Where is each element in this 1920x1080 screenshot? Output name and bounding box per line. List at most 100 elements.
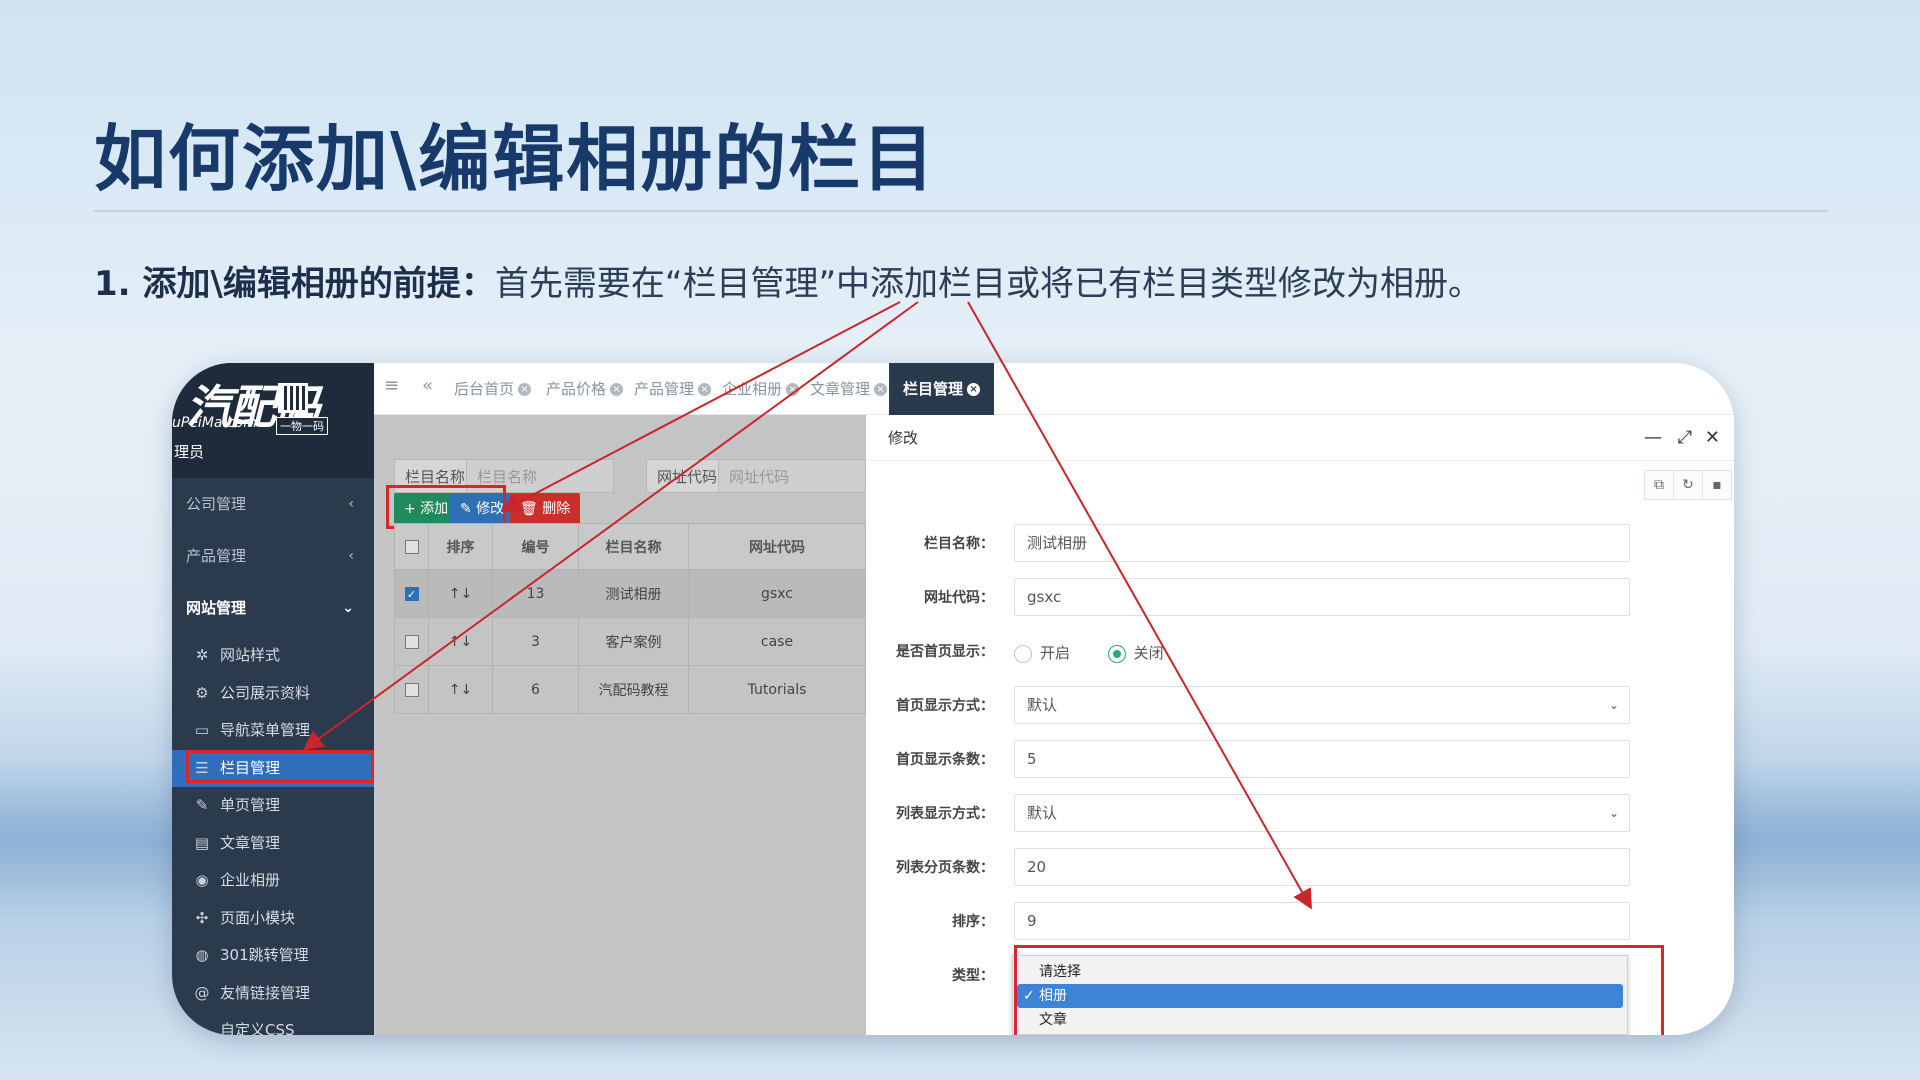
menu-group-label: 公司管理 xyxy=(186,495,247,513)
col-header[interactable]: 栏目名称 xyxy=(578,523,689,570)
pen-icon: ✒ xyxy=(195,1021,209,1035)
menu-toggle-icon[interactable]: ≡ xyxy=(384,375,399,396)
close-icon[interactable]: × xyxy=(698,383,712,396)
table-row[interactable]: ↑↓ 3 客户案例 case xyxy=(394,617,866,666)
tab-product-price[interactable]: 产品价格 × xyxy=(546,363,624,415)
tab-label: 文章管理 xyxy=(810,380,871,398)
tab-dashboard[interactable]: 后台首页 × xyxy=(454,363,532,415)
sidebar-item-label: 公司展示资料 xyxy=(220,683,311,702)
highlight-box-column-management xyxy=(186,750,374,783)
tab-product-management[interactable]: 产品管理 × xyxy=(634,363,712,415)
title-divider xyxy=(94,210,1828,212)
field-label: 栏目名称： xyxy=(924,536,994,552)
sidebar-item-links[interactable]: @ 友情链接管理 xyxy=(172,975,374,1013)
row-checkbox[interactable]: ✓ xyxy=(394,569,429,618)
sidebar-item-301-redirect[interactable]: ◍ 301跳转管理 xyxy=(172,937,374,975)
tab-column-management[interactable]: 栏目管理 × xyxy=(889,363,995,415)
slide-step: 1. 添加\编辑相册的前提：首先需要在“栏目管理”中添加栏目或将已有栏目类型修改… xyxy=(94,256,1482,305)
menu-group-website[interactable]: 网站管理 ⌄ xyxy=(172,582,374,634)
field-row-list-mode: 列表显示方式： 默认 ⌄ xyxy=(866,794,1734,834)
column-table: 排序 编号 栏目名称 网址代码 ✓ ↑↓ 13 测试相册 gsxc ↑↓ 3 客… xyxy=(394,523,866,714)
highlight-box-type xyxy=(1014,945,1664,1035)
radio-off[interactable] xyxy=(1107,644,1126,663)
minimize-icon[interactable]: — xyxy=(1644,415,1662,461)
sidebar-item-page-modules[interactable]: ✣ 页面小模块 xyxy=(172,900,374,938)
tab-label: 产品管理 xyxy=(634,380,695,398)
table-row[interactable]: ✓ ↑↓ 13 测试相册 gsxc xyxy=(394,569,866,618)
logo-slogan: 一物一码 xyxy=(276,417,328,435)
close-icon[interactable]: × xyxy=(610,383,624,396)
menu-group-label: 产品管理 xyxy=(186,547,247,565)
logo-url: uPeiMa.com xyxy=(172,415,257,431)
chevron-down-icon: ⌄ xyxy=(342,600,354,616)
cell-code: Tutorials xyxy=(688,665,866,714)
column-list-panel: 栏目名称 栏目名称 网址代码 网址代码 + 添加 ✎ 修改 🗑 删除 排序 编号… xyxy=(374,415,866,1035)
list-mode-select[interactable]: 默认 ⌄ xyxy=(1014,794,1630,832)
row-checkbox[interactable] xyxy=(394,665,429,714)
menu-group-product[interactable]: 产品管理 ‹ xyxy=(172,530,374,582)
delete-button[interactable]: 🗑 删除 xyxy=(510,493,581,525)
sidebar-item-custom-css[interactable]: ✒ 自定义CSS xyxy=(172,1012,374,1035)
col-header[interactable]: 网址代码 xyxy=(688,523,866,570)
modal-toolbar: ⧉ ↻ ▪ xyxy=(1644,470,1732,500)
radio-on[interactable] xyxy=(1014,644,1032,663)
sidebar-item-company-info[interactable]: ⚙ 公司展示资料 xyxy=(172,675,374,713)
maximize-icon[interactable]: ⤢ xyxy=(1678,415,1692,461)
select-all-checkbox[interactable] xyxy=(394,523,429,570)
sidebar-item-nav-menu[interactable]: ▭ 导航菜单管理 xyxy=(172,712,374,750)
sort-handle[interactable]: ↑↓ xyxy=(428,665,493,714)
home-count-input[interactable]: 5 xyxy=(1014,740,1630,778)
radio-label: 开启 xyxy=(1040,644,1071,662)
col-header[interactable]: 编号 xyxy=(492,523,579,570)
chevron-down-icon: ⌄ xyxy=(1608,806,1619,820)
menu-group-label: 网站管理 xyxy=(186,599,247,617)
step-label: 1. 添加\编辑相册的前提： xyxy=(94,264,495,304)
select-value: 默认 xyxy=(1027,804,1058,822)
sort-handle[interactable]: ↑↓ xyxy=(428,569,493,618)
sidebar-item-site-style[interactable]: ✲ 网站样式 xyxy=(172,637,374,675)
close-icon[interactable]: × xyxy=(967,383,981,396)
filter-code-input[interactable]: 网址代码 xyxy=(718,459,866,493)
refresh-icon[interactable]: ↻ xyxy=(1673,470,1703,500)
cell-name: 测试相册 xyxy=(578,569,689,618)
close-icon[interactable]: × xyxy=(518,383,532,396)
menu-group-company[interactable]: 公司管理 ‹ xyxy=(172,478,374,530)
sort-handle[interactable]: ↑↓ xyxy=(428,617,493,666)
home-display-radio-group: 开启 关闭 xyxy=(1014,642,1164,663)
home-mode-select[interactable]: 默认 ⌄ xyxy=(1014,686,1630,724)
step-text: 首先需要在“栏目管理”中添加栏目或将已有栏目类型修改为相册。 xyxy=(494,264,1483,304)
sort-input[interactable]: 9 xyxy=(1014,902,1630,940)
cell-id: 3 xyxy=(492,617,579,666)
sidebar-item-articles[interactable]: ▤ 文章管理 xyxy=(172,825,374,863)
column-name-input[interactable]: 测试相册 xyxy=(1014,524,1630,562)
tab-album[interactable]: 企业相册 × xyxy=(722,363,800,415)
field-row-home-display: 是否首页显示： 开启 关闭 xyxy=(866,632,1734,672)
camera-icon: ◉ xyxy=(195,871,209,889)
table-header-row: 排序 编号 栏目名称 网址代码 xyxy=(394,523,866,570)
copy-icon[interactable]: ⧉ xyxy=(1644,470,1674,500)
field-label: 首页显示条数： xyxy=(896,752,994,768)
close-icon[interactable]: × xyxy=(874,383,888,396)
table-row[interactable]: ↑↓ 6 汽配码教程 Tutorials xyxy=(394,665,866,714)
trash-icon[interactable]: ▪ xyxy=(1702,470,1732,500)
sidebar-item-single-page[interactable]: ✎ 单页管理 xyxy=(172,787,374,825)
sidebar-item-album[interactable]: ◉ 企业相册 xyxy=(172,862,374,900)
field-row-home-count: 首页显示条数： 5 xyxy=(866,740,1734,780)
field-row-home-mode: 首页显示方式： 默认 ⌄ xyxy=(866,686,1734,726)
close-icon[interactable]: ✕ xyxy=(1705,415,1720,461)
row-checkbox[interactable] xyxy=(394,617,429,666)
admin-screenshot: 汽配码 uPeiMa.com 一物一码 理员 公司管理 ‹ 产品管理 ‹ 网站管理 ⌄… xyxy=(172,363,1734,1035)
url-code-input[interactable]: gsxc xyxy=(1014,578,1630,616)
page-count-input[interactable]: 20 xyxy=(1014,848,1630,886)
qr-code-icon xyxy=(278,383,308,413)
edit-modal: 修改 — ⤢ ✕ ⧉ ↻ ▪ 栏目名称： 测试相册 网址代码： gsxc 是否首页显… xyxy=(866,415,1734,1035)
col-header[interactable]: 排序 xyxy=(428,523,493,570)
close-icon[interactable]: × xyxy=(786,383,800,396)
sidebar-item-label: 企业相册 xyxy=(220,871,281,889)
field-row-page-count: 列表分页条数： 20 xyxy=(866,848,1734,888)
tab-scroll-left-icon[interactable]: « xyxy=(422,375,433,396)
cell-name: 汽配码教程 xyxy=(578,665,689,714)
modal-header: 修改 — ⤢ ✕ xyxy=(866,415,1734,461)
tab-articles[interactable]: 文章管理 × xyxy=(810,363,888,415)
cell-id: 13 xyxy=(492,569,579,618)
